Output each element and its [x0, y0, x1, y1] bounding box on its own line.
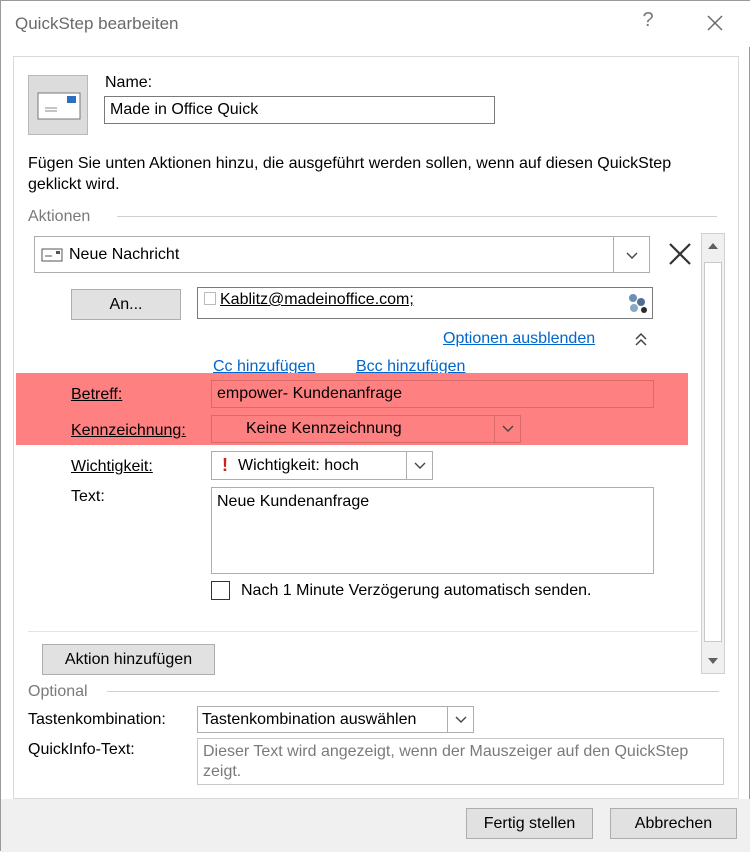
finish-button-label: Fertig stellen: [483, 814, 576, 832]
action-type-dropdown-arrow[interactable]: [613, 237, 649, 272]
cancel-button[interactable]: Abbrechen: [610, 808, 737, 839]
autosend-label: Nach 1 Minute Verzögerung automatisch se…: [241, 582, 592, 599]
optional-section-divider: [107, 691, 719, 692]
chevron-down-icon: [626, 252, 637, 259]
address-book-icon[interactable]: [626, 291, 650, 315]
tooltip-placeholder: Dieser Text wird angezeigt, wenn der Mau…: [203, 743, 689, 780]
window-title: QuickStep bearbeiten: [15, 14, 179, 33]
shortcut-label: Tastenkombination:: [28, 711, 166, 728]
delete-icon: [669, 243, 691, 265]
shortcut-select[interactable]: Tastenkombination auswählen: [197, 706, 474, 733]
hide-options-link[interactable]: Optionen ausblenden: [443, 330, 595, 348]
tooltip-text-area[interactable]: Dieser Text wird angezeigt, wenn der Mau…: [197, 738, 724, 785]
name-label: Name:: [105, 74, 153, 91]
importance-value: Wichtigkeit: hoch: [238, 456, 359, 474]
envelope-icon: [37, 92, 81, 120]
scroll-down-button[interactable]: [702, 649, 724, 673]
flag-dropdown-arrow[interactable]: [494, 416, 520, 442]
optional-section-label: Optional: [28, 683, 88, 700]
flag-label: Kennzeichnung:: [71, 422, 186, 439]
recipient-checkbox[interactable]: [204, 292, 216, 305]
new-message-icon: [41, 248, 63, 261]
message-text-value: Neue Kundenanfrage: [217, 493, 370, 510]
tooltip-label: QuickInfo-Text:: [28, 741, 135, 758]
quickstep-icon-box[interactable]: [28, 75, 88, 135]
arrow-up-icon: [708, 243, 718, 249]
dialog-window: QuickStep bearbeiten ? Name: Made in Off…: [0, 0, 750, 852]
chevron-down-icon: [414, 462, 425, 469]
flag-value: Keine Kennzeichnung: [246, 420, 402, 437]
importance-label: Wichtigkeit:: [71, 458, 153, 475]
actions-bottom-divider: [28, 631, 698, 632]
importance-dropdown-arrow[interactable]: [406, 452, 432, 479]
text-label: Text:: [71, 488, 105, 505]
high-importance-icon: !: [222, 455, 228, 475]
actions-scrollbar[interactable]: [701, 233, 725, 674]
close-button[interactable]: [701, 9, 729, 37]
scroll-up-button[interactable]: [702, 234, 724, 258]
subject-label: Betreff:: [71, 386, 123, 403]
intro-text: Fügen Sie unten Aktionen hinzu, die ausg…: [28, 155, 672, 193]
scroll-thumb[interactable]: [704, 262, 722, 642]
shortcut-dropdown-arrow[interactable]: [447, 707, 473, 732]
dialog-footer: Fertig stellen Abbrechen: [1, 799, 750, 852]
action-type-select[interactable]: Neue Nachricht: [34, 236, 650, 273]
actions-section-label: Aktionen: [28, 208, 91, 225]
add-action-label: Aktion hinzufügen: [64, 650, 193, 668]
chevron-down-icon: [502, 425, 513, 432]
name-input-value: Made in Office Quick: [110, 101, 259, 118]
close-icon: [707, 15, 723, 31]
subject-value: empower- Kundenanfrage: [217, 385, 403, 402]
message-text-area[interactable]: Neue Kundenanfrage: [211, 487, 654, 574]
add-action-button[interactable]: Aktion hinzufügen: [42, 644, 215, 675]
action-type-value: Neue Nachricht: [69, 245, 180, 263]
cancel-button-label: Abbrechen: [634, 814, 713, 832]
autosend-checkbox[interactable]: [211, 581, 230, 600]
shortcut-value: Tastenkombination auswählen: [202, 710, 417, 728]
delete-action-button[interactable]: [665, 239, 695, 269]
to-button-label: An...: [109, 295, 143, 313]
name-input[interactable]: Made in Office Quick: [104, 96, 495, 124]
help-button[interactable]: ?: [637, 9, 659, 35]
finish-button[interactable]: Fertig stellen: [466, 808, 593, 839]
actions-section-divider: [117, 216, 717, 217]
subject-input[interactable]: empower- Kundenanfrage: [211, 380, 654, 408]
collapse-icon[interactable]: [634, 332, 648, 348]
to-recipients-field[interactable]: Kablitz@madeinoffice.com;: [197, 287, 653, 319]
to-button[interactable]: An...: [71, 289, 181, 320]
arrow-down-icon: [708, 658, 718, 664]
flag-select[interactable]: Keine Kennzeichnung: [211, 415, 521, 443]
chevron-down-icon: [455, 716, 466, 723]
recipient-email: Kablitz@madeinoffice.com;: [220, 291, 414, 308]
importance-select[interactable]: ! Wichtigkeit: hoch: [211, 451, 433, 480]
title-bar: QuickStep bearbeiten ?: [1, 1, 750, 47]
